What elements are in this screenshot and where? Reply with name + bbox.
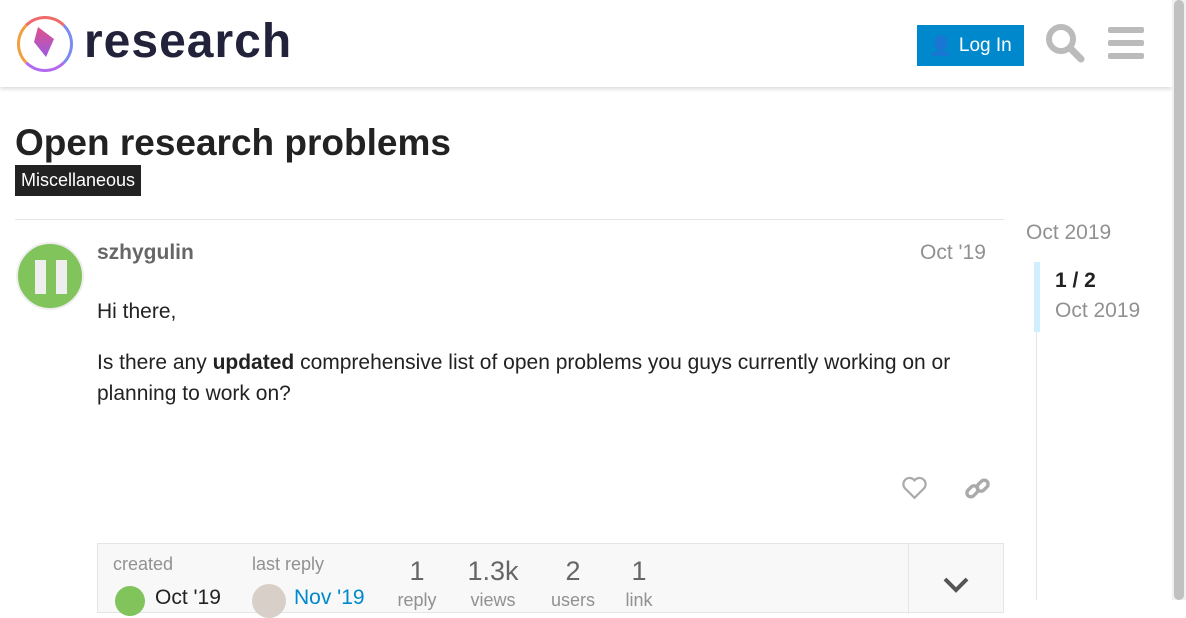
stat-value: 1 [409, 556, 425, 586]
login-label: Log In [958, 34, 1012, 56]
post-username[interactable]: szhygulin [97, 241, 194, 265]
search-icon[interactable] [1045, 23, 1085, 63]
scrollbar-thumb[interactable] [1174, 0, 1184, 600]
post-paragraph: Is there any updated comprehensive list … [97, 351, 951, 405]
chevron-down-icon[interactable] [943, 577, 969, 593]
topic-map: created Oct '19 last reply Nov '19 1 rep… [97, 543, 1004, 618]
brand-name[interactable]: research [84, 14, 292, 69]
like-heart-icon[interactable] [901, 476, 928, 500]
hamburger-menu-icon[interactable] [1108, 27, 1144, 59]
timeline-position: 1 / 2 [1055, 269, 1096, 292]
category-badge[interactable]: Miscellaneous [15, 165, 142, 196]
timeline-current-date: Oct 2019 [1055, 299, 1141, 322]
stat-label: link [625, 590, 653, 610]
divider [15, 219, 1004, 220]
divider [908, 544, 909, 614]
post-paragraph: Hi there, [97, 300, 177, 323]
created-date: Oct '19 [155, 586, 221, 609]
logo-icon[interactable] [17, 16, 73, 72]
stat-label: reply [397, 590, 437, 610]
timeline-start-date[interactable]: Oct 2019 [1026, 221, 1111, 245]
stat-value: 1 [631, 556, 647, 586]
avatar[interactable] [16, 242, 84, 310]
scrollbar[interactable] [1172, 0, 1186, 600]
login-button[interactable]: 👤 Log In [917, 25, 1024, 66]
user-icon: 👤 [929, 35, 953, 57]
stat-label: views [470, 590, 516, 610]
last-reply-date[interactable]: Nov '19 [294, 586, 365, 610]
link-icon[interactable] [964, 475, 991, 502]
site-header: research 👤 Log In [0, 0, 1172, 87]
timeline-scroller-handle[interactable] [1034, 262, 1040, 332]
last-reply-label: last reply [252, 554, 325, 574]
created-label: created [113, 554, 174, 574]
page-title: Open research problems [15, 122, 451, 163]
stat-value: 1.3k [467, 556, 519, 586]
avatar[interactable] [115, 586, 145, 616]
post-date[interactable]: Oct '19 [920, 241, 986, 265]
avatar[interactable] [252, 584, 286, 618]
